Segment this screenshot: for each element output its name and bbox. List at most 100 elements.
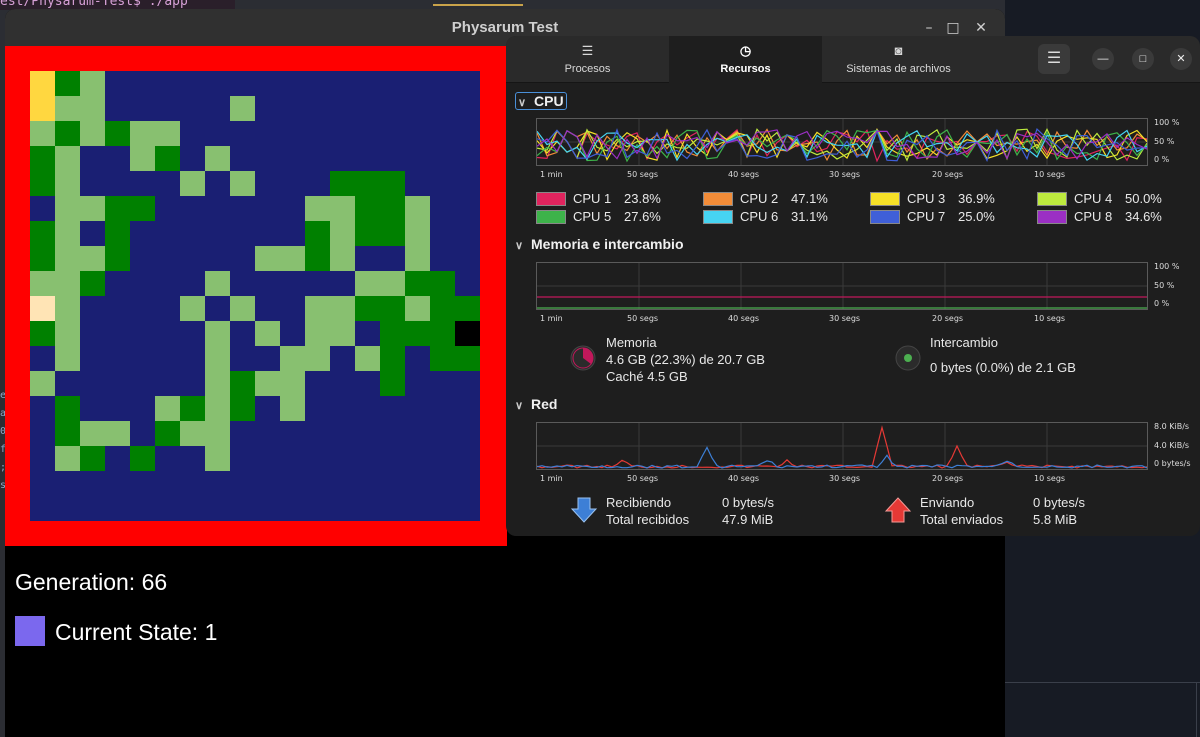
time-tick-label: 50 segs <box>627 170 659 179</box>
receiving-values: 0 bytes/s 47.9 MiB <box>722 494 774 528</box>
grid-cell <box>430 296 455 321</box>
cpu-color-swatch[interactable] <box>870 192 900 206</box>
rate-label: 0 bytes/s <box>1154 459 1191 468</box>
cpu-color-swatch[interactable] <box>1037 192 1067 206</box>
cpu-color-swatch[interactable] <box>536 210 566 224</box>
minimize-button[interactable]: — <box>1092 48 1114 70</box>
cpu-name: CPU 4 <box>1074 191 1113 206</box>
grid-cell <box>80 246 105 271</box>
grid-cell <box>30 371 55 396</box>
grid-cell <box>30 271 55 296</box>
cpu-color-swatch[interactable] <box>703 192 733 206</box>
cpu-color-swatch[interactable] <box>1037 210 1067 224</box>
list-icon: ☰ <box>581 43 594 58</box>
sending-values: 0 bytes/s 5.8 MiB <box>1033 494 1085 528</box>
grid-cell <box>330 171 355 196</box>
chevron-down-icon: ∨ <box>515 400 524 412</box>
memory-section-toggle[interactable]: ∨ Memoria e intercambio <box>515 236 684 252</box>
cpu-name: CPU 1 <box>573 191 612 206</box>
cpu-color-swatch[interactable] <box>870 210 900 224</box>
grid-cell <box>205 346 230 371</box>
grid-cell <box>305 196 330 221</box>
grid-cell <box>80 196 105 221</box>
grid-cell <box>405 296 430 321</box>
terminal-prompt: est/Physarum-Test$ ./app <box>0 0 188 9</box>
grid-cell <box>380 346 405 371</box>
grid-cell <box>105 246 130 271</box>
cell-grid[interactable] <box>30 71 480 521</box>
close-button[interactable]: ✕ <box>971 18 991 38</box>
grid-cell <box>305 296 330 321</box>
network-section-toggle[interactable]: ∨ Red <box>515 396 557 412</box>
grid-cell <box>305 321 330 346</box>
grid-cell <box>180 421 205 446</box>
swap-label: Intercambio <box>930 335 998 350</box>
grid-cell <box>55 246 80 271</box>
network-history-plot <box>536 423 1148 469</box>
grid-cell <box>55 296 80 321</box>
percent-label: 100 % <box>1154 262 1180 271</box>
memory-info: Memoria 4.6 GB (22.3%) de 20.7 GB Caché … <box>606 334 765 385</box>
grid-cell <box>405 321 430 346</box>
memory-graph <box>536 262 1148 310</box>
grid-cell <box>330 221 355 246</box>
tab-sistemas-de-archivos[interactable]: ◙ Sistemas de archivos <box>822 36 975 83</box>
grid-cell <box>30 171 55 196</box>
tab-procesos[interactable]: ☰ Procesos <box>506 36 669 83</box>
grid-cell <box>355 196 380 221</box>
grid-cell <box>80 121 105 146</box>
memory-value: 4.6 GB (22.3%) de 20.7 GB <box>606 352 765 367</box>
cpu-name: CPU 7 <box>907 209 946 224</box>
grid-cell <box>130 146 155 171</box>
grid-cell <box>30 146 55 171</box>
download-arrow-icon <box>570 496 598 529</box>
menu-button[interactable]: ☰ <box>1038 44 1070 74</box>
grid-cell <box>380 196 405 221</box>
maximize-button[interactable]: □ <box>943 18 963 38</box>
grid-cell <box>405 271 430 296</box>
grid-cell <box>30 296 55 321</box>
tab-recursos[interactable]: ◷ Recursos <box>669 36 822 83</box>
grid-cell <box>405 246 430 271</box>
grid-cell <box>405 196 430 221</box>
grid-cell <box>30 96 55 121</box>
grid-cell <box>305 221 330 246</box>
cpu-name: CPU 3 <box>907 191 946 206</box>
cpu-name: CPU 2 <box>740 191 779 206</box>
cpu-color-swatch[interactable] <box>536 192 566 206</box>
grid-cell <box>355 296 380 321</box>
grid-cell <box>330 246 355 271</box>
total-received-label: Total recibidos <box>606 512 690 527</box>
grid-cell <box>55 421 80 446</box>
grid-cell <box>105 121 130 146</box>
grid-cell <box>205 396 230 421</box>
grid-cell <box>30 321 55 346</box>
minimize-button[interactable]: – <box>919 18 939 38</box>
grid-cell <box>55 446 80 471</box>
time-tick-label: 30 segs <box>829 314 861 323</box>
tab-label: Recursos <box>720 63 771 75</box>
grid-cell <box>205 446 230 471</box>
grid-cell <box>355 346 380 371</box>
total-sent-value: 5.8 MiB <box>1033 512 1078 527</box>
cpu-section-toggle[interactable]: ∨ CPU <box>515 92 567 110</box>
grid-cell <box>455 296 480 321</box>
memory-label: Memoria <box>606 335 657 350</box>
grid-cell <box>180 396 205 421</box>
cpu-color-swatch[interactable] <box>703 210 733 224</box>
close-button[interactable]: ✕ <box>1170 48 1192 70</box>
background-divider-vertical <box>1196 682 1197 737</box>
grid-cell <box>430 271 455 296</box>
maximize-button[interactable]: □ <box>1132 48 1154 70</box>
monitor-header[interactable]: ☰ Procesos ◷ Recursos ◙ Sistemas de arch… <box>506 36 1200 83</box>
grid-cell <box>55 121 80 146</box>
grid-cell <box>80 446 105 471</box>
cpu-value: 25.0% <box>958 209 995 224</box>
grid-cell <box>280 246 305 271</box>
time-tick-label: 40 segs <box>728 170 760 179</box>
system-monitor-window: ☰ Procesos ◷ Recursos ◙ Sistemas de arch… <box>506 36 1200 536</box>
network-graph <box>536 422 1148 470</box>
grid-cell <box>280 396 305 421</box>
grid-cell <box>80 96 105 121</box>
grid-cell <box>30 221 55 246</box>
